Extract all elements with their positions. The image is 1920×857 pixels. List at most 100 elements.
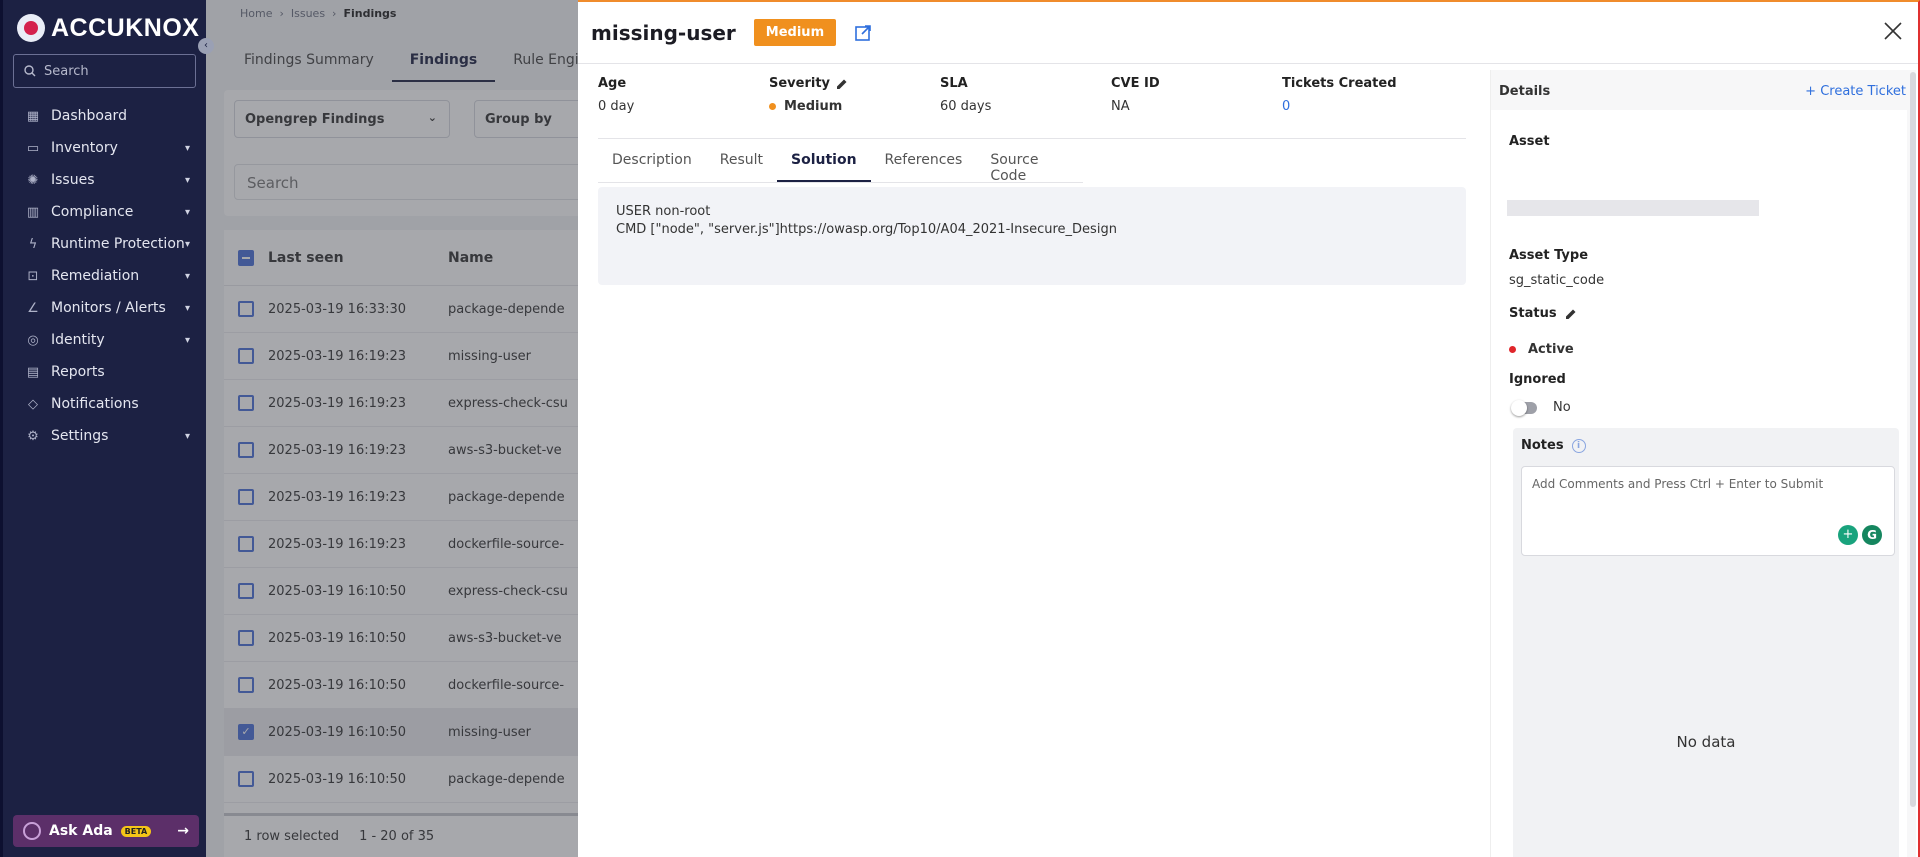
severity-badge: Medium [753, 19, 837, 46]
meta-age: Age 0 day [598, 76, 769, 138]
chevron-down-icon: ▾ [184, 270, 190, 282]
notes-empty-state: No data [1676, 733, 1736, 751]
severity-value-row: Medium [769, 99, 940, 114]
tab-description[interactable]: Description [598, 139, 706, 182]
sidebar-item-identity[interactable]: ◎ Identity ▾ [3, 324, 206, 356]
chevron-down-icon: ▾ [184, 238, 190, 250]
grammarly-widget[interactable]: + G [1838, 525, 1882, 545]
finding-title: missing-user [591, 20, 736, 45]
runtime-icon: ϟ [28, 236, 38, 252]
sidebar-item-reports[interactable]: ▤ Reports [3, 356, 206, 388]
server-icon: ▭ [26, 140, 40, 156]
external-link-icon[interactable] [854, 24, 872, 42]
ask-ada-button[interactable]: Ask Ada BETA → [13, 815, 199, 847]
create-ticket-link[interactable]: + Create Ticket [1805, 84, 1906, 99]
remediation-icon: ⊡ [27, 268, 39, 284]
sidebar-item-remediation[interactable]: ⊡ Remediation ▾ [3, 260, 206, 292]
finding-meta: Age 0 day Severity Medium SLA 60 days CV… [598, 64, 1466, 139]
chevron-down-icon: ▾ [184, 430, 190, 442]
severity-dot [769, 103, 776, 110]
details-title: Details [1499, 84, 1551, 99]
sidebar-item-settings[interactable]: ⚙ Settings ▾ [3, 420, 206, 452]
notes-placeholder: Add Comments and Press Ctrl + Enter to S… [1532, 477, 1824, 491]
grid-icon: ▦ [26, 108, 40, 124]
tab-result[interactable]: Result [706, 139, 777, 182]
arrow-right-icon: → [177, 823, 189, 839]
cve-value: NA [1111, 99, 1130, 114]
details-header: Details + Create Ticket [1491, 70, 1916, 99]
severity-label: Severity [769, 76, 831, 91]
report-icon: ▤ [26, 364, 40, 380]
drawer-header: missing-user Medium [578, 2, 1918, 64]
asset-value-redacted [1507, 200, 1759, 216]
chevron-down-icon: ▾ [184, 174, 190, 186]
tickets-label: Tickets Created [1282, 76, 1397, 91]
status-dot [1509, 346, 1516, 353]
collapse-sidebar-icon[interactable]: ‹ [198, 38, 214, 54]
sidebar-item-compliance[interactable]: ▥ Compliance ▾ [3, 196, 206, 228]
details-body: Asset Asset Type sg_static_code Status A… [1491, 110, 1907, 857]
asset-type-label: Asset Type [1509, 248, 1589, 263]
sidebar-item-label: Remediation [51, 268, 140, 284]
sidebar-item-label: Monitors / Alerts [51, 300, 166, 316]
tab-solution[interactable]: Solution [777, 139, 871, 182]
grammarly-bulb-icon[interactable]: + [1838, 525, 1858, 545]
sidebar-item-issues[interactable]: ✺ Issues ▾ [3, 164, 206, 196]
chevron-down-icon: ▾ [184, 142, 190, 154]
sidebar: ACCUKNOX Search ▦ Dashboard ▭ Inventory ▾ ✺ Is… [0, 0, 206, 857]
grammarly-icon[interactable]: G [1862, 525, 1882, 545]
edit-status-icon[interactable] [1565, 308, 1577, 320]
chevron-down-icon: ▾ [184, 302, 190, 314]
tab-source-code[interactable]: Source Code [976, 139, 1083, 184]
edit-severity-icon[interactable] [836, 78, 848, 90]
finding-detail-drawer: missing-user Medium Age 0 day Severity M… [578, 0, 1920, 857]
logo[interactable]: ACCUKNOX [3, 0, 206, 44]
accuknox-logo-icon [17, 14, 45, 42]
status-value-row: Active [1509, 342, 1574, 357]
notes-label: Notes [1521, 438, 1564, 453]
ask-ada-label: Ask Ada [49, 823, 113, 839]
notes-textarea[interactable]: Add Comments and Press Ctrl + Enter to S… [1521, 466, 1895, 556]
asset-type-value: sg_static_code [1509, 273, 1605, 288]
ignored-value: No [1553, 400, 1571, 415]
status-value: Active [1528, 342, 1574, 357]
sidebar-item-inventory[interactable]: ▭ Inventory ▾ [3, 132, 206, 164]
ignored-label: Ignored [1509, 372, 1566, 387]
bar-chart-icon: ▥ [26, 204, 40, 220]
solution-content: USER non-root CMD ["node", "server.js"]h… [598, 187, 1466, 285]
sidebar-item-label: Settings [51, 428, 109, 444]
bug-icon: ✺ [27, 172, 39, 188]
gear-icon: ⚙ [27, 428, 39, 444]
bell-icon: ◇ [28, 396, 38, 412]
notes-label-row: Notes i [1521, 438, 1586, 453]
sidebar-nav: ▦ Dashboard ▭ Inventory ▾ ✺ Issues ▾ ▥ Compliance… [3, 100, 206, 452]
search-icon [24, 65, 36, 77]
sla-value: 60 days [940, 99, 992, 114]
sidebar-search-input[interactable]: Search [13, 54, 196, 88]
ignored-toggle[interactable] [1511, 400, 1537, 416]
sidebar-item-runtime-protection[interactable]: ϟ Runtime Protection ▾ [3, 228, 206, 260]
meta-cve: CVE ID NA [1111, 76, 1282, 138]
close-icon[interactable] [1882, 20, 1904, 42]
sidebar-item-notifications[interactable]: ◇ Notifications [3, 388, 206, 420]
logo-text: ACCUKNOX [51, 13, 200, 42]
sidebar-item-dashboard[interactable]: ▦ Dashboard [3, 100, 206, 132]
sidebar-item-label: Identity [51, 332, 105, 348]
sla-label: SLA [940, 76, 968, 91]
beta-badge: BETA [120, 825, 152, 837]
drawer-main-panel: Age 0 day Severity Medium SLA 60 days CV… [598, 64, 1466, 285]
meta-severity: Severity Medium [769, 76, 940, 138]
tickets-count-link[interactable]: 0 [1282, 99, 1453, 114]
ada-icon [23, 822, 41, 840]
chevron-down-icon: ▾ [184, 334, 190, 346]
tab-references[interactable]: References [871, 139, 977, 182]
sidebar-item-monitors-alerts[interactable]: ∠ Monitors / Alerts ▾ [3, 292, 206, 324]
details-panel: Details + Create Ticket Asset Asset Type… [1490, 70, 1916, 857]
drawer-scrollbar[interactable] [1910, 72, 1916, 807]
line-chart-icon: ∠ [27, 300, 39, 316]
sidebar-item-label: Reports [51, 364, 105, 380]
age-label: Age [598, 76, 627, 91]
info-icon[interactable]: i [1571, 438, 1586, 453]
sidebar-item-label: Issues [51, 172, 95, 188]
status-label-row: Status [1509, 306, 1577, 321]
